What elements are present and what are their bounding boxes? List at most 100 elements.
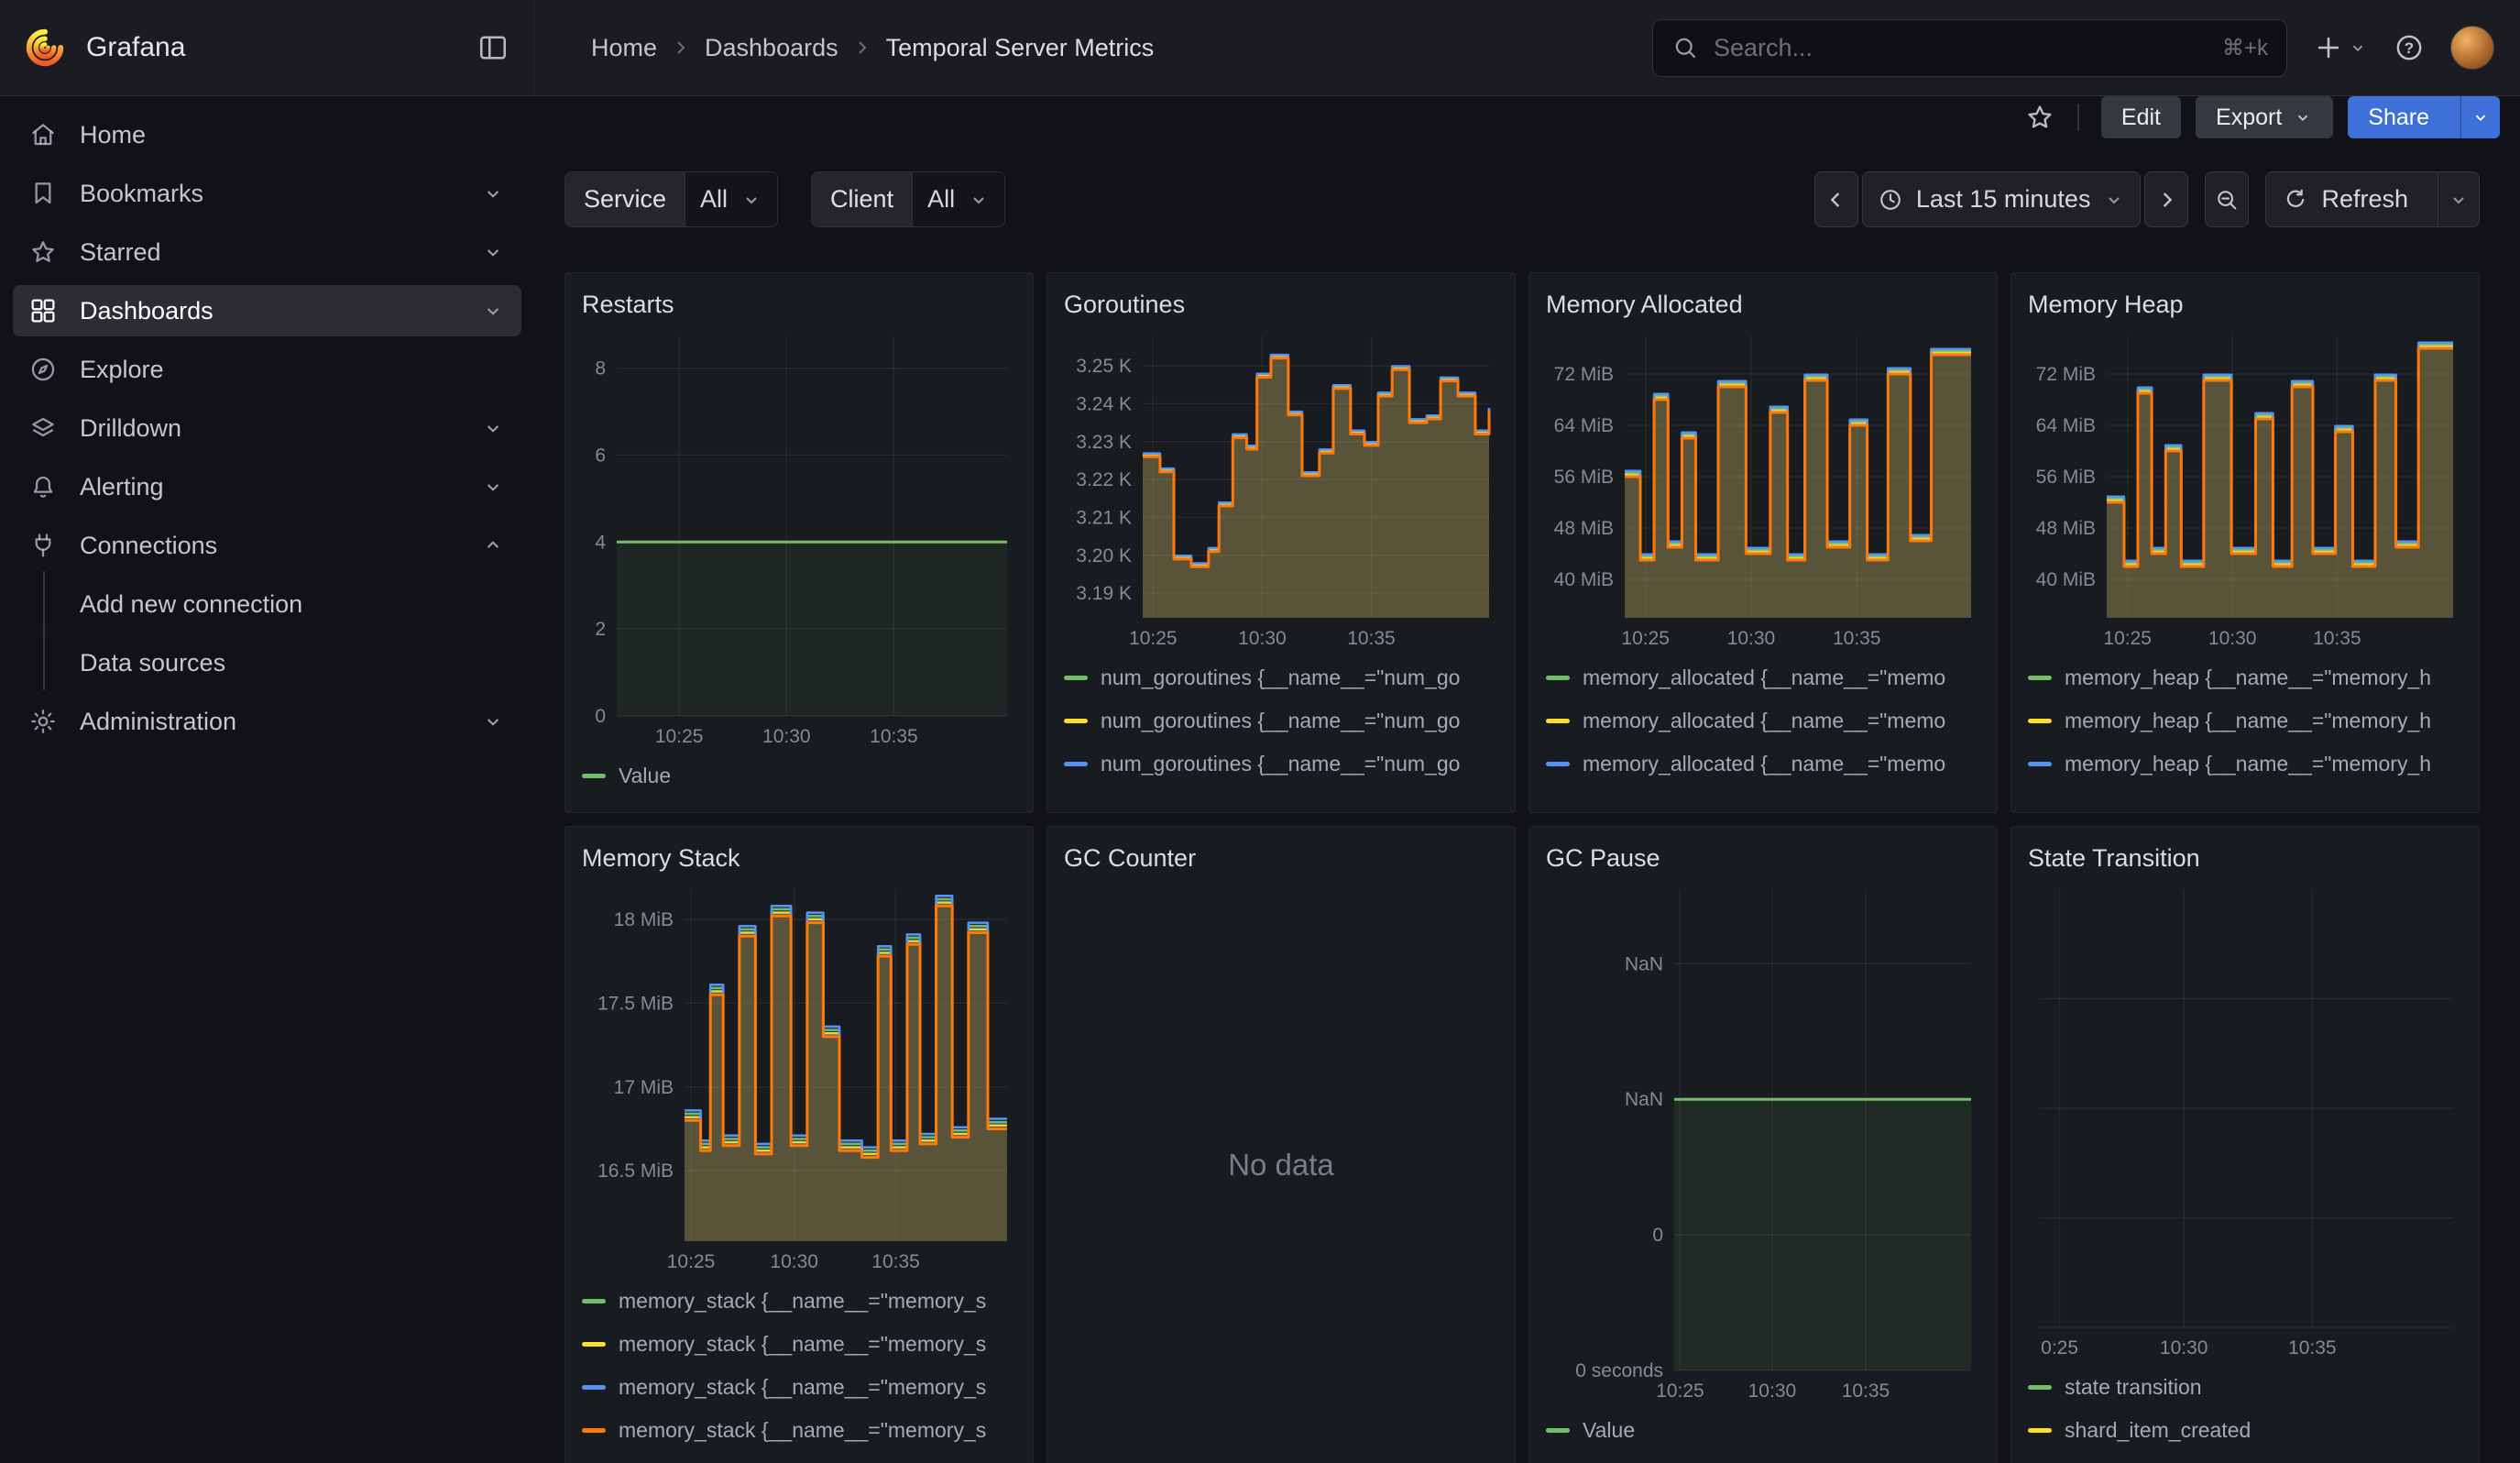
legend-item[interactable]: memory_allocated {__name__="memo: [1546, 786, 1980, 798]
panel-title[interactable]: Memory Stack: [582, 842, 1016, 874]
legend-label: shard_item_created: [2065, 1418, 2251, 1443]
legend-item[interactable]: num_goroutines {__name__="num_go: [1064, 742, 1498, 786]
legend-item[interactable]: memory_heap {__name__="memory_h: [2028, 656, 2462, 699]
legend-item[interactable]: num_goroutines {__name__="num_go: [1064, 656, 1498, 699]
sidebar-toggle-icon[interactable]: [477, 31, 509, 64]
sidebar-item-administration[interactable]: Administration: [13, 696, 521, 747]
edit-button[interactable]: Edit: [2101, 96, 2181, 138]
share-button-label[interactable]: Share: [2348, 96, 2449, 138]
chevron-down-icon[interactable]: [481, 710, 505, 733]
time-range-picker[interactable]: Last 15 minutes: [1862, 171, 2142, 227]
export-button[interactable]: Export: [2196, 96, 2333, 138]
client-variable-control[interactable]: Client All: [811, 171, 1005, 227]
bookmark-icon: [28, 179, 58, 208]
sidebar-item-drilldown[interactable]: Drilldown: [13, 402, 521, 454]
time-series-chart[interactable]: 0:2510:3010:35: [2028, 878, 2462, 1362]
legend-item[interactable]: memory_allocated {__name__="memo: [1546, 742, 1980, 786]
legend-item[interactable]: memory_allocated {__name__="memo: [1546, 699, 1980, 742]
panel-title[interactable]: State Transition: [2028, 842, 2462, 874]
svg-text:48 MiB: 48 MiB: [2036, 518, 2096, 539]
add-menu-button[interactable]: [2313, 32, 2368, 63]
svg-text:16.5 MiB: 16.5 MiB: [597, 1160, 674, 1182]
legend-item[interactable]: memory_heap {__name__="memory_h: [2028, 742, 2462, 786]
favorite-star-icon[interactable]: [2024, 102, 2055, 133]
chevron-down-icon[interactable]: [481, 299, 505, 323]
legend-item[interactable]: memory_heap {__name__="memory_h: [2028, 699, 2462, 742]
legend-item[interactable]: num_goroutines {__name__="num_go: [1064, 699, 1498, 742]
sidebar-item-dashboards[interactable]: Dashboards: [13, 285, 521, 336]
share-dropdown-toggle[interactable]: [2460, 96, 2500, 138]
time-series-chart[interactable]: NaNNaN00 seconds10:2510:3010:35: [1546, 878, 1980, 1405]
legend-label: memory_allocated {__name__="memo: [1583, 709, 1945, 733]
sidebar-item-connections[interactable]: Connections: [13, 520, 521, 571]
zoom-out-button[interactable]: [2205, 171, 2249, 227]
panel-title[interactable]: Goroutines: [1064, 288, 1498, 321]
time-series-chart[interactable]: 72 MiB64 MiB56 MiB48 MiB40 MiB10:2510:30…: [1546, 324, 1980, 653]
legend-swatch: [582, 1299, 606, 1304]
search-input[interactable]: [1714, 34, 2208, 62]
chevron-down-icon: [2471, 107, 2491, 127]
svg-text:17.5 MiB: 17.5 MiB: [597, 993, 674, 1014]
sidebar-item-label: Drilldown: [80, 414, 181, 443]
chevron-down-icon[interactable]: [481, 475, 505, 499]
time-series-chart[interactable]: 8642010:2510:3010:35: [582, 324, 1016, 751]
help-button[interactable]: ?: [2394, 32, 2425, 63]
legend-item[interactable]: num_goroutines {__name__="num_go: [1064, 786, 1498, 798]
legend-item[interactable]: memory_heap {__name__="memory_h: [2028, 786, 2462, 798]
refresh-interval-toggle[interactable]: [2438, 172, 2479, 226]
legend-item[interactable]: memory_stack {__name__="memory_s: [582, 1280, 1016, 1323]
breadcrumb-home[interactable]: Home: [591, 34, 657, 62]
chevron-left-icon: [1824, 187, 1849, 213]
panel-goroutines: Goroutines3.25 K3.24 K3.23 K3.22 K3.21 K…: [1046, 272, 1516, 813]
legend-swatch: [2028, 719, 2052, 723]
time-shift-back-button[interactable]: [1814, 171, 1858, 227]
time-series-chart[interactable]: 18 MiB17.5 MiB17 MiB16.5 MiB10:2510:3010…: [582, 878, 1016, 1276]
clock-icon: [1878, 187, 1903, 213]
svg-text:10:25: 10:25: [1621, 628, 1670, 649]
legend-item[interactable]: memory_stack {__name__="memory_s: [582, 1409, 1016, 1452]
panel-title[interactable]: GC Counter: [1064, 842, 1498, 874]
sidebar-item-explore[interactable]: Explore: [13, 344, 521, 395]
chevron-down-icon[interactable]: [481, 182, 505, 205]
legend-item[interactable]: Value: [1546, 1409, 1980, 1452]
chevron-right-icon: [2153, 187, 2179, 213]
refresh-button[interactable]: Refresh: [2265, 171, 2480, 227]
svg-text:3.21 K: 3.21 K: [1076, 507, 1132, 528]
legend-label: num_goroutines {__name__="num_go: [1101, 795, 1460, 798]
time-series-chart[interactable]: 72 MiB64 MiB56 MiB48 MiB40 MiB10:2510:30…: [2028, 324, 2462, 653]
sidebar-item-home[interactable]: Home: [13, 109, 521, 160]
legend-item[interactable]: state transition: [2028, 1366, 2462, 1409]
chevron-up-icon[interactable]: [481, 534, 505, 557]
legend-item[interactable]: memory_allocated {__name__="memo: [1546, 656, 1980, 699]
legend-label: Value: [619, 764, 671, 788]
time-series-chart[interactable]: 3.25 K3.24 K3.23 K3.22 K3.21 K3.20 K3.19…: [1064, 324, 1498, 653]
client-variable-value[interactable]: All: [913, 172, 1004, 226]
sidebar-item-add-new-connection[interactable]: Add new connection: [13, 578, 521, 630]
panel-title[interactable]: Memory Allocated: [1546, 288, 1980, 321]
share-button[interactable]: Share: [2348, 96, 2500, 138]
sidebar-item-alerting[interactable]: Alerting: [13, 461, 521, 512]
sidebar-item-bookmarks[interactable]: Bookmarks: [13, 168, 521, 219]
search-box[interactable]: ⌘+k: [1652, 19, 2287, 77]
service-variable-value[interactable]: All: [685, 172, 777, 226]
refresh-main[interactable]: Refresh: [2266, 172, 2425, 226]
legend-item[interactable]: memory_stack {__name__="memory_s: [582, 1323, 1016, 1366]
sidebar-item-data-sources[interactable]: Data sources: [13, 637, 521, 688]
panel-title[interactable]: Memory Heap: [2028, 288, 2462, 321]
time-shift-forward-button[interactable]: [2144, 171, 2188, 227]
legend-item[interactable]: memory_stack {__name__="memory_s: [582, 1366, 1016, 1409]
panel-title[interactable]: GC Pause: [1546, 842, 1980, 874]
breadcrumb-dashboards[interactable]: Dashboards: [705, 34, 838, 62]
legend-item[interactable]: shard_item_created: [2028, 1409, 2462, 1452]
chevron-down-icon[interactable]: [481, 240, 505, 264]
svg-text:3.25 K: 3.25 K: [1076, 356, 1132, 377]
panel-title[interactable]: Restarts: [582, 288, 1016, 321]
grafana-logo-icon[interactable]: [24, 27, 66, 69]
sidebar-item-label: Add new connection: [80, 590, 302, 619]
service-variable-control[interactable]: Service All: [564, 171, 778, 227]
svg-text:0 seconds: 0 seconds: [1575, 1360, 1663, 1381]
user-avatar[interactable]: [2450, 26, 2494, 70]
chevron-down-icon[interactable]: [481, 416, 505, 440]
legend-item[interactable]: Value: [582, 754, 1016, 798]
sidebar-item-starred[interactable]: Starred: [13, 226, 521, 278]
